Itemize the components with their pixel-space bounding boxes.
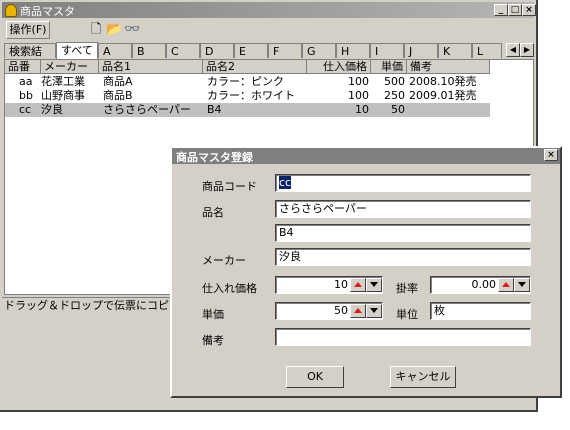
tab-c[interactable]: C	[166, 43, 200, 58]
cell-price: 50	[391, 103, 405, 116]
tab-l[interactable]: L	[472, 43, 502, 58]
unit-price-value: 50	[334, 304, 348, 317]
cell-maker: 汐良	[41, 103, 63, 116]
cell-code: cc	[19, 103, 32, 116]
tab-b[interactable]: B	[132, 43, 166, 58]
close-button[interactable]: ×	[522, 4, 536, 16]
unit-field[interactable]: 枚	[430, 302, 531, 320]
column-header-cost[interactable]: 仕入価格	[307, 60, 371, 74]
column-header-name2[interactable]: 品名2	[203, 60, 307, 74]
cell-name1: 商品B	[103, 89, 133, 102]
cell-name1: 商品A	[103, 75, 133, 88]
price-decrement-button[interactable]	[366, 304, 382, 318]
label-unit: 単位	[396, 308, 418, 321]
dialog-title-bar[interactable]: 商品マスタ登録 ×	[172, 148, 560, 164]
unit-price-stepper[interactable]: 50	[275, 302, 383, 320]
column-header-name1[interactable]: 品名1	[99, 60, 203, 74]
label-product-code: 商品コード	[202, 180, 257, 193]
cell-price: 500	[384, 75, 405, 88]
cost-increment-button[interactable]	[350, 278, 366, 292]
label-note: 備考	[202, 334, 224, 347]
table-row[interactable]: aa 花澤工業 商品A カラー：ピンク 100 500 2008.10発売	[5, 75, 490, 89]
note-field[interactable]	[275, 328, 531, 346]
label-rate: 掛率	[396, 282, 418, 295]
price-increment-button[interactable]	[350, 304, 366, 318]
rate-stepper[interactable]: 0.00	[430, 276, 531, 294]
column-header-code[interactable]: 品番	[5, 60, 41, 74]
cell-name2: カラー：ホワイト	[207, 89, 295, 102]
rate-decrement-button[interactable]	[514, 278, 530, 292]
maximize-button[interactable]: □	[508, 4, 522, 16]
product-name2-field[interactable]: B4	[275, 224, 531, 242]
product-code-field[interactable]: cc	[275, 174, 531, 192]
tab-bar: 検索結果 すべて A B C D E F G H I J K L ◀ ▶	[2, 42, 534, 73]
cell-code: aa	[19, 75, 33, 88]
window-title: 商品マスタ	[20, 5, 75, 18]
label-product-name: 品名	[202, 206, 224, 219]
cell-cost: 100	[348, 89, 369, 102]
dialog-title: 商品マスタ登録	[176, 151, 253, 164]
cell-name2: B4	[207, 103, 222, 116]
cost-decrement-button[interactable]	[366, 278, 382, 292]
tab-scroll-left-button[interactable]: ◀	[506, 43, 520, 57]
title-bar[interactable]: 商品マスタ _ □ ×	[2, 2, 536, 18]
label-unit-price: 単価	[202, 308, 224, 321]
product-register-dialog: 商品マスタ登録 × 商品コード cc 品名 さらさらペーパー B4 メーカー 汐…	[170, 146, 562, 398]
maker-field[interactable]: 汐良	[275, 248, 531, 266]
column-header-note[interactable]: 備考	[407, 60, 490, 74]
tab-j[interactable]: J	[404, 43, 438, 58]
tab-f[interactable]: F	[268, 43, 302, 58]
label-maker: メーカー	[202, 254, 246, 267]
tab-a[interactable]: A	[98, 43, 132, 58]
cost-price-stepper[interactable]: 10	[275, 276, 383, 294]
tab-g[interactable]: G	[302, 43, 336, 58]
cell-code: bb	[19, 89, 33, 102]
label-cost-price: 仕入れ価格	[202, 282, 257, 295]
column-header-price[interactable]: 単価	[371, 60, 407, 74]
cancel-button[interactable]: キャンセル	[390, 366, 456, 388]
table-row-selected[interactable]: cc 汐良 さらさらペーパー B4 10 50	[5, 103, 490, 117]
tab-search-results[interactable]: 検索結果	[4, 43, 56, 73]
tab-d[interactable]: D	[200, 43, 234, 58]
rate-value: 0.00	[471, 278, 497, 291]
cell-name2: カラー：ピンク	[207, 75, 284, 88]
tab-all[interactable]: すべて	[56, 42, 98, 59]
table-row[interactable]: bb 山野商事 商品B カラー：ホワイト 100 250 2009.01発売	[5, 89, 490, 103]
cell-cost: 100	[348, 75, 369, 88]
app-icon	[5, 4, 17, 17]
open-folder-icon[interactable]: 📂	[106, 22, 122, 38]
cell-price: 250	[384, 89, 405, 102]
cell-name1: さらさらペーパー	[103, 103, 191, 116]
tab-e[interactable]: E	[234, 43, 268, 58]
tab-k[interactable]: K	[438, 43, 472, 58]
ok-button[interactable]: OK	[286, 366, 344, 388]
cell-maker: 山野商事	[41, 89, 85, 102]
minimize-button[interactable]: _	[494, 4, 508, 16]
tab-scroll-right-button[interactable]: ▶	[520, 43, 534, 57]
dialog-close-button[interactable]: ×	[544, 149, 558, 161]
cell-note: 2008.10発売	[409, 75, 477, 88]
new-file-icon[interactable]: 🗋	[88, 22, 104, 38]
column-header-maker[interactable]: メーカー	[41, 60, 99, 74]
cell-cost: 10	[355, 103, 369, 116]
tab-i[interactable]: I	[370, 43, 404, 58]
rate-increment-button[interactable]	[498, 278, 514, 292]
cell-note: 2009.01発売	[409, 89, 477, 102]
operation-menu-button[interactable]: 操作(F)	[6, 21, 50, 39]
toolbar: 操作(F) 🗋 📂 👓	[2, 20, 534, 40]
product-name1-field[interactable]: さらさらペーパー	[275, 200, 531, 218]
binoculars-icon[interactable]: 👓	[124, 22, 140, 38]
cell-maker: 花澤工業	[41, 75, 85, 88]
tab-h[interactable]: H	[336, 43, 370, 58]
cost-price-value: 10	[334, 278, 348, 291]
